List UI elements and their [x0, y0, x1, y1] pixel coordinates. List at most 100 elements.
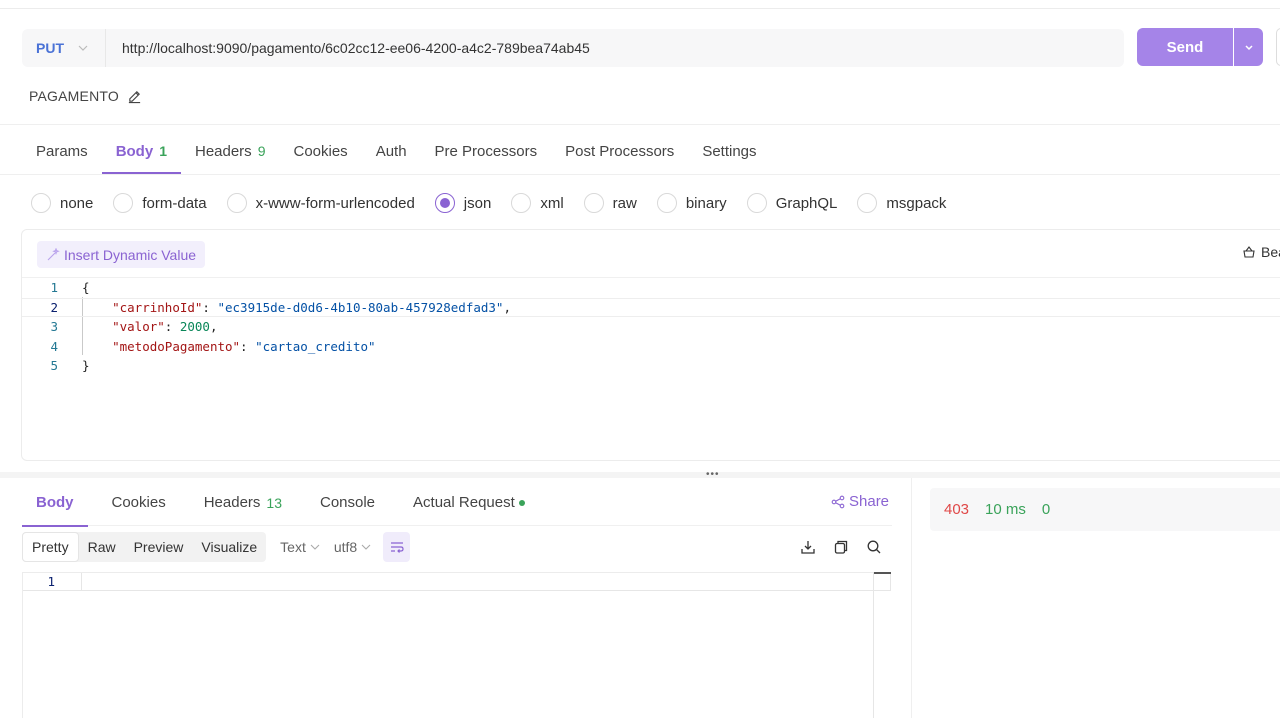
tab-body[interactable]: Body 1 — [101, 128, 182, 174]
send-options-button[interactable] — [1234, 28, 1263, 66]
line-number: 1 — [50, 280, 58, 296]
response-body-viewer[interactable]: 1 — [22, 572, 891, 718]
encoding-select-value: utf8 — [333, 539, 358, 555]
body-type-label: raw — [612, 194, 637, 212]
body-type-label: msgpack — [886, 194, 947, 212]
send-button[interactable]: Send — [1137, 28, 1233, 66]
code-line: 5 } — [22, 356, 1280, 376]
tab-label: Cookies — [293, 142, 348, 160]
body-type-label: binary — [685, 194, 727, 212]
panel-splitter[interactable] — [0, 472, 1280, 478]
beautify-label: Bea — [1261, 244, 1280, 260]
method-select[interactable]: PUT — [22, 29, 106, 67]
tab-pre-processors[interactable]: Pre Processors — [421, 128, 552, 174]
tab-headers[interactable]: Headers 9 — [181, 128, 280, 174]
status-code: 403 — [944, 501, 970, 518]
code-text: } — [58, 358, 90, 373]
body-type-label: json — [463, 194, 492, 212]
pencil-icon[interactable] — [127, 89, 142, 104]
save-button[interactable] — [1276, 28, 1280, 66]
view-preview[interactable]: Preview — [125, 532, 193, 562]
radio[interactable] — [583, 193, 604, 213]
response-tab-console[interactable]: Console — [306, 480, 389, 526]
share-label: Share — [849, 493, 890, 510]
insert-dynamic-value-button[interactable]: Insert Dynamic Value — [37, 241, 206, 268]
copy-icon[interactable] — [833, 539, 849, 555]
response-size: 0 — [1041, 501, 1051, 518]
view-raw[interactable]: Raw — [79, 532, 125, 562]
tab-label: Settings — [702, 142, 757, 160]
body-type-json[interactable]: json — [434, 193, 492, 213]
line-number: 5 — [50, 358, 58, 374]
response-scrollbar[interactable] — [873, 572, 891, 718]
chevron-down-icon — [1244, 45, 1253, 51]
beautify-button[interactable]: Bea — [1242, 244, 1280, 260]
tab-params[interactable]: Params — [22, 128, 102, 174]
tab-post-processors[interactable]: Post Processors — [551, 128, 688, 174]
body-type-msgpack[interactable]: msgpack — [857, 193, 946, 213]
download-icon[interactable] — [800, 539, 816, 555]
view-pretty[interactable]: Pretty — [22, 532, 79, 562]
code-line-current: 2 "carrinhoId": "ec3915de-d0d6-4b10-80ab… — [22, 297, 1280, 317]
line-number: 2 — [50, 299, 58, 315]
radio[interactable] — [511, 193, 532, 213]
code-text: "carrinhoId": "ec3915de-d0d6-4b10-80ab-4… — [112, 299, 511, 315]
radio[interactable] — [31, 193, 51, 213]
line-number: 4 — [50, 338, 58, 354]
request-tabs: Params Body 1 Headers 9 Cookies Auth Pre P… — [22, 128, 771, 174]
brace: } — [82, 358, 90, 374]
body-type-binary[interactable]: binary — [656, 193, 727, 213]
body-type-none[interactable]: none — [31, 193, 93, 213]
search-icon[interactable] — [866, 539, 882, 555]
body-type-form-data[interactable]: form-data — [113, 193, 207, 213]
request-name[interactable]: PAGAMENTO — [29, 88, 142, 104]
share-button[interactable]: Share — [831, 493, 889, 510]
response-line-content — [81, 572, 891, 591]
request-name-label: PAGAMENTO — [29, 88, 119, 104]
response-tab-headers[interactable]: Headers 13 — [190, 480, 296, 526]
radio[interactable] — [746, 193, 767, 213]
code-text: "valor": 2000, — [112, 319, 218, 335]
code-area[interactable]: 1 { 2 "carrinhoId": "ec3915de-d0d6-4b10-… — [22, 278, 1280, 376]
encoding-select[interactable]: utf8 — [334, 539, 371, 555]
magic-wand-icon — [47, 247, 60, 260]
body-type-xml[interactable]: xml — [511, 193, 564, 213]
json-key: "valor" — [112, 319, 165, 335]
radio[interactable] — [113, 193, 134, 213]
editor-toolbar: Insert Dynamic Value Bea — [22, 230, 1280, 278]
response-tab-cookies[interactable]: Cookies — [98, 480, 180, 526]
radio[interactable] — [226, 193, 247, 213]
beautify-icon — [1243, 246, 1255, 258]
line-number: 3 — [50, 319, 58, 335]
radio[interactable] — [656, 193, 677, 213]
tab-settings[interactable]: Settings — [688, 128, 770, 174]
wrap-button[interactable] — [383, 532, 411, 562]
chevron-down-icon — [78, 45, 88, 51]
response-actions — [800, 539, 882, 555]
code-text: "metodoPagamento": "cartao_credito" — [112, 338, 376, 354]
response-tab-body[interactable]: Body — [22, 480, 88, 527]
drag-handle-icon[interactable]: ••• — [706, 469, 720, 480]
response-view-toolbar: Pretty Raw Preview Visualize Text utf8 — [22, 532, 411, 562]
response-tab-actual-request[interactable]: Actual Request — [399, 480, 539, 526]
response-time: 10 ms — [985, 501, 1026, 518]
body-type-raw[interactable]: raw — [583, 193, 637, 213]
status-dot — [518, 499, 525, 506]
code-text: { — [58, 280, 90, 295]
tab-count: 13 — [266, 494, 282, 511]
view-visualize[interactable]: Visualize — [192, 532, 266, 562]
body-type-graphql[interactable]: GraphQL — [746, 193, 837, 213]
body-type-urlencoded[interactable]: x-www-form-urlencoded — [226, 193, 415, 213]
url-input[interactable]: http://localhost:9090/pagamento/6c02cc12… — [106, 40, 590, 56]
top-tab-active — [934, 0, 1094, 8]
radio[interactable] — [857, 193, 878, 213]
tab-cookies[interactable]: Cookies — [279, 128, 361, 174]
body-editor[interactable]: Insert Dynamic Value Bea 1 { 2 "carrinho… — [21, 229, 1280, 461]
code-line: 3 "valor": 2000, — [22, 317, 1280, 337]
top-tab-strip — [0, 0, 1280, 9]
tab-auth[interactable]: Auth — [362, 128, 421, 174]
wrap-icon — [390, 542, 404, 553]
radio-selected[interactable] — [434, 193, 455, 213]
line-number: 1 — [47, 574, 55, 589]
format-select[interactable]: Text — [280, 539, 320, 555]
